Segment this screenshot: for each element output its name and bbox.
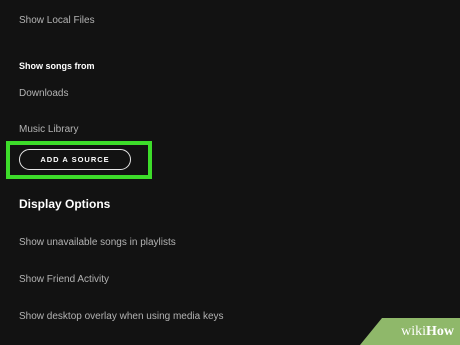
show-desktop-overlay-option[interactable]: Show desktop overlay when using media ke… — [19, 311, 224, 322]
wikihow-watermark: wikiHow — [360, 318, 460, 345]
add-a-source-button[interactable]: ADD A SOURCE — [19, 149, 131, 170]
show-friend-activity-option[interactable]: Show Friend Activity — [19, 274, 109, 285]
show-unavailable-songs-option[interactable]: Show unavailable songs in playlists — [19, 237, 176, 248]
show-local-files-label[interactable]: Show Local Files — [19, 15, 95, 26]
show-songs-from-heading: Show songs from — [19, 61, 95, 71]
display-options-heading: Display Options — [19, 197, 111, 211]
wikihow-logo-text: wikiHow — [401, 324, 454, 339]
source-music-library[interactable]: Music Library — [19, 124, 78, 135]
source-downloads[interactable]: Downloads — [19, 88, 68, 99]
